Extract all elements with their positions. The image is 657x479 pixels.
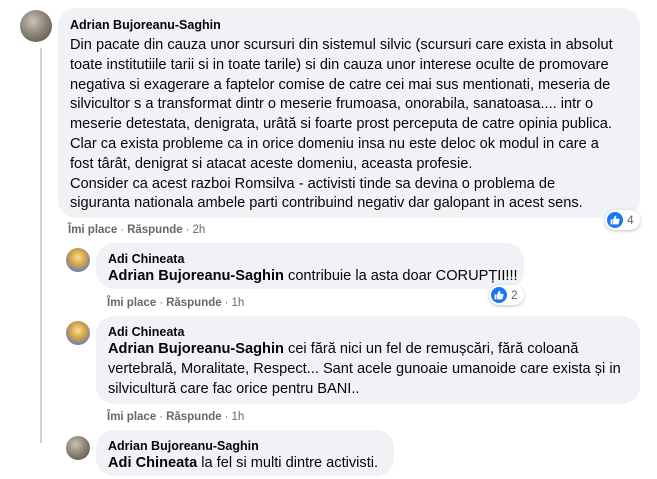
comment-bubble: Adrian Bujoreanu-Saghin Adi Chineata la … [96,430,394,476]
comment-line: negativa si exagerare a faptelor comise … [70,76,611,93]
comment-line: fost târât, denigrat si atacat aceste do… [70,155,473,172]
like-button[interactable]: Îmi place [68,224,117,236]
like-icon [491,287,507,303]
comment-text: Adrian Bujoreanu-Saghin contribuie la as… [108,267,518,287]
comment-line: contribuie la asta doar CORUPȚII!!! [288,268,518,284]
comment-actions: Îmi place · Răspunde · 1h [107,410,244,424]
reaction-count: 4 [627,213,634,227]
reply-button[interactable]: Răspunde [166,411,222,423]
separator: · [159,411,164,423]
reaction-summary[interactable]: 4 [605,210,640,230]
comment-line: meserie detestata, denigrata, urâtă si f… [70,116,612,133]
separator: · [159,297,164,309]
comment-line: Clar ca exista probleme ca in orice dome… [70,135,599,152]
comment-author[interactable]: Adrian Bujoreanu-Saghin [70,17,628,33]
avatar[interactable] [66,248,90,272]
comment-author[interactable]: Adi Chineata [108,324,628,340]
like-icon [607,212,623,228]
separator: · [224,297,229,309]
avatar[interactable] [20,10,52,42]
comment-actions: Îmi place · Răspunde · 2h [68,223,205,237]
avatar[interactable] [66,436,90,460]
thread-line [40,48,42,443]
comment-line: toate institutiile tarii si in toate tar… [70,56,609,73]
avatar[interactable] [66,321,90,345]
comment-line: la fel si multi dintre activisti. [201,455,379,471]
comment-line: silvicultor s a transformat dintr o mese… [70,96,594,113]
comment-line: vertebrală, Moralitate, Respect... Sant … [108,360,621,377]
mention-link[interactable]: Adrian Bujoreanu-Saghin [108,268,284,284]
separator: · [185,224,190,236]
mention-link[interactable]: Adi Chineata [108,455,197,471]
comment-line: Din pacate din cauza unor scursuri din s… [70,37,613,53]
separator: · [120,224,125,236]
like-button[interactable]: Îmi place [107,297,156,309]
comment-bubble: Adi Chineata Adrian Bujoreanu-Saghin cei… [96,316,640,404]
comment-bubble: Adrian Bujoreanu-Saghin Din pacate din c… [58,8,640,218]
reaction-count: 2 [511,288,518,302]
comment-line: Consider ca acest razboi Romsilva - acti… [70,175,556,192]
reaction-summary[interactable]: 2 [489,285,524,305]
reply-button[interactable]: Răspunde [127,224,183,236]
comment-text: Din pacate din cauza unor scursuri din s… [70,36,628,214]
comment-text: Adi Chineata la fel si multi dintre acti… [108,454,382,474]
reply-button[interactable]: Răspunde [166,297,222,309]
comment-text: Adrian Bujoreanu-Saghin cei fără nici un… [108,340,628,399]
separator: · [224,411,229,423]
comment-bubble: Adi Chineata Adrian Bujoreanu-Saghin con… [96,243,524,289]
timestamp[interactable]: 2h [193,224,206,236]
comment-line: silvicultură care fac orice pentru BANI.… [108,380,360,397]
comment-author[interactable]: Adi Chineata [108,251,512,267]
mention-link[interactable]: Adrian Bujoreanu-Saghin [108,341,284,357]
comment-actions: Îmi place · Răspunde · 1h [107,296,244,310]
timestamp[interactable]: 1h [232,411,245,423]
comment-line: cei fără nici un fel de remușcări, fără … [288,341,579,357]
timestamp[interactable]: 1h [232,297,245,309]
like-button[interactable]: Îmi place [107,411,156,423]
comment-line: siguranta nationala ambele parti contrib… [70,195,583,212]
comment-author[interactable]: Adrian Bujoreanu-Saghin [108,438,382,454]
